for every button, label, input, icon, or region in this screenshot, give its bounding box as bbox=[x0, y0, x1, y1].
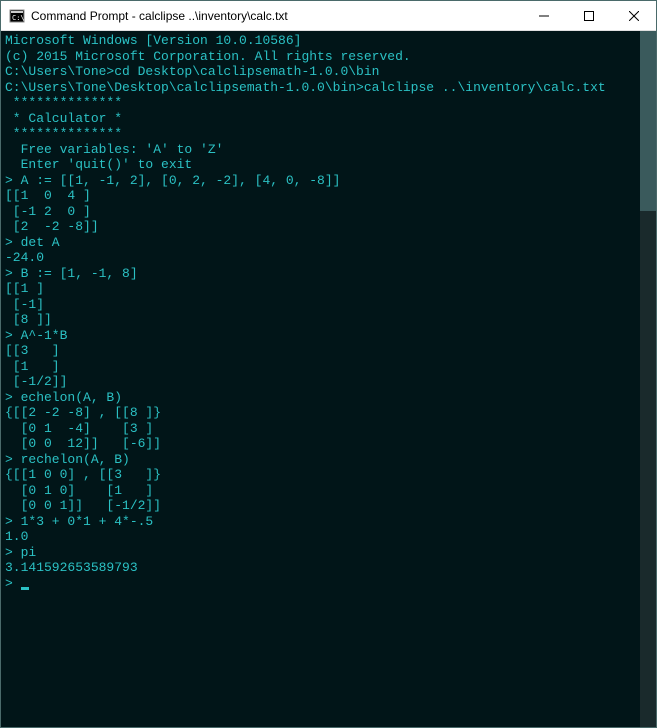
terminal-line: > 1*3 + 0*1 + 4*-.5 bbox=[5, 514, 652, 530]
terminal-line: [-1] bbox=[5, 297, 652, 313]
command-prompt-window: C:\ Command Prompt - calclipse ..\invent… bbox=[0, 0, 657, 728]
terminal-line: ************** bbox=[5, 95, 652, 111]
terminal-line: (c) 2015 Microsoft Corporation. All righ… bbox=[5, 49, 652, 65]
scrollbar-thumb[interactable] bbox=[640, 31, 656, 211]
minimize-button[interactable] bbox=[521, 1, 566, 30]
maximize-button[interactable] bbox=[566, 1, 611, 30]
terminal-line: 3.141592653589793 bbox=[5, 560, 652, 576]
terminal-line: > det A bbox=[5, 235, 652, 251]
terminal-line: [0 0 12]] [-6]] bbox=[5, 436, 652, 452]
scrollbar[interactable] bbox=[640, 31, 656, 727]
terminal-line: [[1 0 4 ] bbox=[5, 188, 652, 204]
terminal-line: > A^-1*B bbox=[5, 328, 652, 344]
titlebar[interactable]: C:\ Command Prompt - calclipse ..\invent… bbox=[1, 1, 656, 31]
app-icon: C:\ bbox=[9, 8, 25, 24]
terminal-line: * Calculator * bbox=[5, 111, 652, 127]
terminal-line: [8 ]] bbox=[5, 312, 652, 328]
terminal-line: > echelon(A, B) bbox=[5, 390, 652, 406]
terminal-line: C:\Users\Tone>cd Desktop\calclipsemath-1… bbox=[5, 64, 652, 80]
cursor bbox=[21, 587, 29, 590]
terminal-line: 1.0 bbox=[5, 529, 652, 545]
terminal-line: ************** bbox=[5, 126, 652, 142]
terminal-line: [2 -2 -8]] bbox=[5, 219, 652, 235]
close-button[interactable] bbox=[611, 1, 656, 30]
terminal-line: {[[2 -2 -8] , [[8 ]} bbox=[5, 405, 652, 421]
terminal-output[interactable]: Microsoft Windows [Version 10.0.10586](c… bbox=[1, 31, 656, 727]
window-title: Command Prompt - calclipse ..\inventory\… bbox=[31, 9, 521, 23]
terminal-line: [-1 2 0 ] bbox=[5, 204, 652, 220]
terminal-line: C:\Users\Tone\Desktop\calclipsemath-1.0.… bbox=[5, 80, 652, 96]
terminal-line: > rechelon(A, B) bbox=[5, 452, 652, 468]
terminal-line: Free variables: 'A' to 'Z' bbox=[5, 142, 652, 158]
terminal-line: [0 1 -4] [3 ] bbox=[5, 421, 652, 437]
terminal-line: [1 ] bbox=[5, 359, 652, 375]
terminal-line: Enter 'quit()' to exit bbox=[5, 157, 652, 173]
terminal-line: Microsoft Windows [Version 10.0.10586] bbox=[5, 33, 652, 49]
terminal-line: > pi bbox=[5, 545, 652, 561]
terminal-line: {[[1 0 0] , [[3 ]} bbox=[5, 467, 652, 483]
terminal-line: [-1/2]] bbox=[5, 374, 652, 390]
svg-text:C:\: C:\ bbox=[12, 14, 25, 22]
terminal-line: > B := [1, -1, 8] bbox=[5, 266, 652, 282]
terminal-line: [0 0 1]] [-1/2]] bbox=[5, 498, 652, 514]
terminal-line: > A := [[1, -1, 2], [0, 2, -2], [4, 0, -… bbox=[5, 173, 652, 189]
terminal-line: [[1 ] bbox=[5, 281, 652, 297]
terminal-line: [0 1 0] [1 ] bbox=[5, 483, 652, 499]
terminal-line: -24.0 bbox=[5, 250, 652, 266]
terminal-line: [[3 ] bbox=[5, 343, 652, 359]
terminal-line: > bbox=[5, 576, 652, 592]
window-controls bbox=[521, 1, 656, 30]
